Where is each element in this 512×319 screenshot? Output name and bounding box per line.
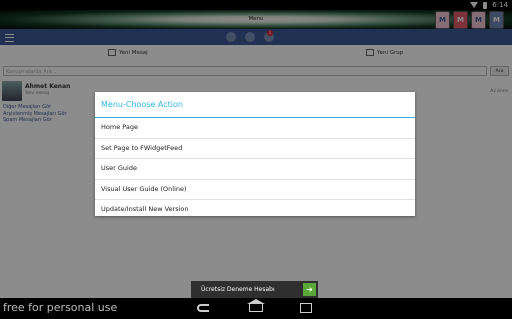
home-page-option[interactable]: Home Page [95, 118, 415, 139]
back-icon[interactable] [197, 304, 209, 312]
ad-text: Ücretsiz Deneme Hesabı [201, 286, 275, 293]
dialog-title: Menu-Choose Action [95, 92, 415, 118]
ad-banner[interactable]: Ücretsiz Deneme Hesabı ➜ [191, 281, 318, 298]
update-install-option[interactable]: Update/Install New Version [95, 200, 415, 220]
watermark: free for personal use [3, 301, 118, 314]
visual-user-guide-option[interactable]: Visual User Guide (Online) [95, 180, 415, 200]
home-icon[interactable] [249, 303, 263, 312]
system-nav-bar: free for personal use [0, 298, 512, 319]
user-guide-option[interactable]: User Guide [95, 159, 415, 180]
arrow-right-icon[interactable]: ➜ [303, 283, 316, 296]
set-page-option[interactable]: Set Page to FWidgetFeed [95, 139, 415, 159]
choose-action-dialog: Menu-Choose Action Home Page Set Page to… [95, 92, 415, 216]
recent-apps-icon[interactable] [300, 303, 312, 313]
